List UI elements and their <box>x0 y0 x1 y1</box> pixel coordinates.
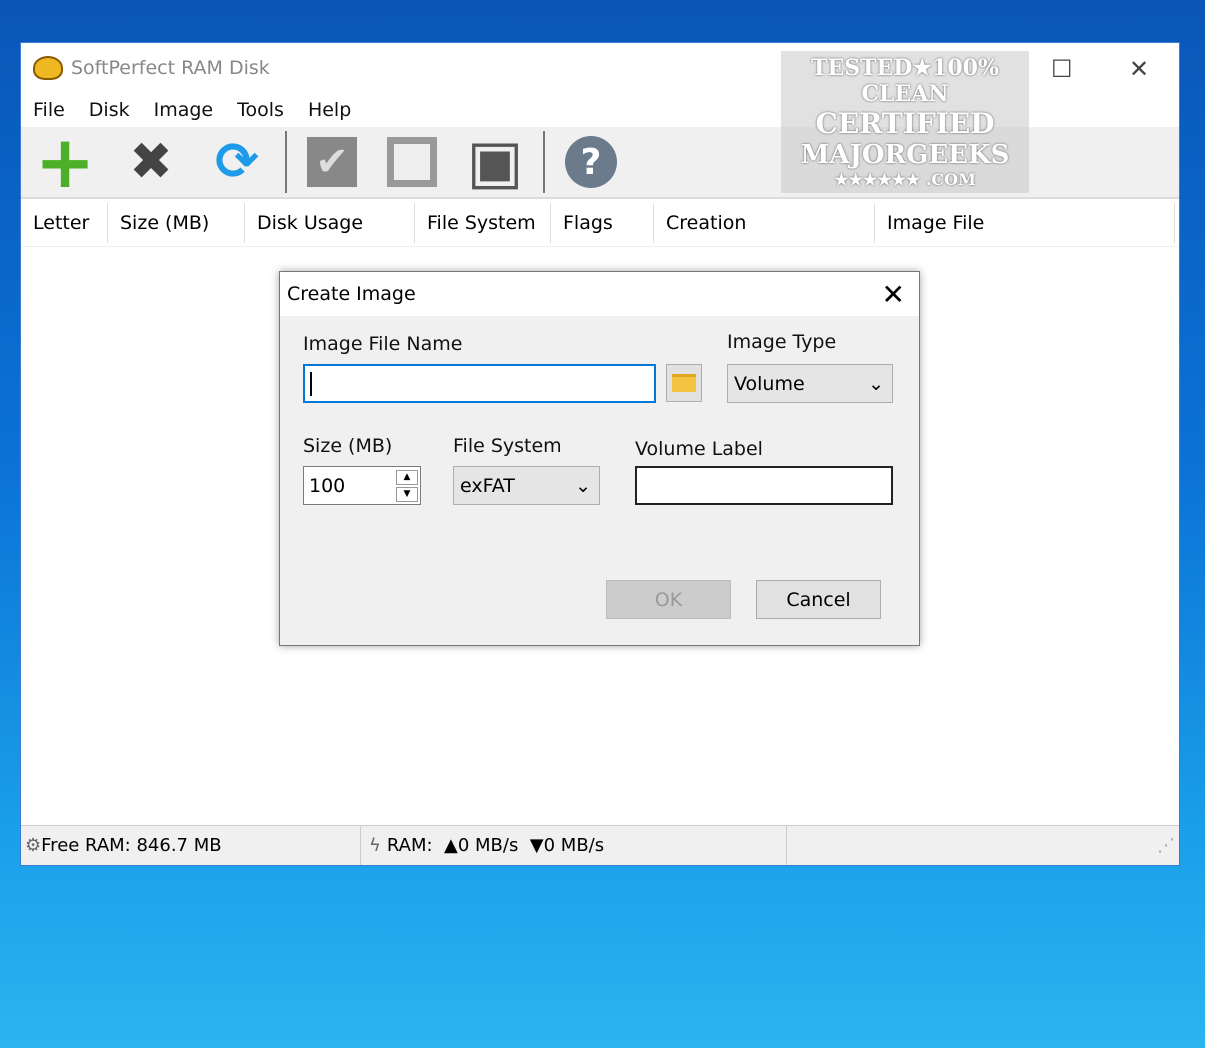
chevron-down-icon: ⌄ <box>575 474 591 497</box>
window-title: SoftPerfect RAM Disk <box>71 57 270 79</box>
file-system-select[interactable]: exFAT ⌄ <box>453 466 600 505</box>
create-image-dialog: Create Image ✕ Image File Name Image Typ… <box>279 271 920 646</box>
column-file-system[interactable]: File System <box>415 202 551 243</box>
app-icon <box>33 56 63 80</box>
mount-button[interactable]: ✔ <box>307 137 357 187</box>
menu-image[interactable]: Image <box>154 99 214 121</box>
remove-icon: ✖ <box>129 132 173 192</box>
image-type-label: Image Type <box>727 331 837 353</box>
gear-icon: ⚙ <box>25 835 42 856</box>
close-button[interactable]: ✕ <box>1129 55 1149 83</box>
lightning-icon: ϟ <box>369 835 381 856</box>
image-file-name-input[interactable] <box>303 364 656 403</box>
resize-grip[interactable]: ⋰ <box>787 826 1179 865</box>
size-stepper[interactable]: 100 ▲ ▼ <box>303 466 421 505</box>
save-image-button[interactable]: ▣ <box>467 127 524 197</box>
add-icon: + <box>34 120 96 204</box>
remove-disk-button[interactable]: ✖ <box>123 132 179 192</box>
folder-icon <box>672 374 696 392</box>
volume-label-label: Volume Label <box>635 438 763 460</box>
help-icon: ? <box>580 141 602 183</box>
help-button[interactable]: ? <box>565 136 617 188</box>
volume-label-input[interactable] <box>635 466 893 505</box>
save-icon: ▣ <box>466 127 524 197</box>
maximize-button[interactable]: ☐ <box>1051 55 1073 83</box>
unmount-icon <box>394 144 430 180</box>
refresh-icon: ⟳ <box>215 132 259 192</box>
column-image-file[interactable]: Image File <box>875 202 1175 243</box>
unmount-button[interactable] <box>387 137 437 187</box>
disk-list-header: Letter Size (MB) Disk Usage File System … <box>21 199 1179 247</box>
decrement-button[interactable]: ▼ <box>396 486 418 502</box>
column-letter[interactable]: Letter <box>21 202 108 243</box>
cancel-button[interactable]: Cancel <box>756 580 881 619</box>
add-disk-button[interactable]: + <box>35 120 95 204</box>
browse-button[interactable] <box>666 364 702 402</box>
ok-button[interactable]: OK <box>606 580 731 619</box>
menu-disk[interactable]: Disk <box>89 99 130 121</box>
column-size[interactable]: Size (MB) <box>108 202 245 243</box>
toolbar-separator <box>543 131 545 193</box>
file-system-label: File System <box>453 435 562 457</box>
size-label: Size (MB) <box>303 435 393 457</box>
watermark-logo: TESTED★100% CLEAN CERTIFIED MAJORGEEKS ★… <box>781 51 1029 193</box>
image-file-name-label: Image File Name <box>303 333 463 355</box>
dialog-close-button[interactable]: ✕ <box>882 278 905 311</box>
ram-speed-status: ϟ RAM: ▲0 MB/s ▼0 MB/s <box>361 826 787 865</box>
dialog-title-bar: Create Image <box>280 272 919 316</box>
image-type-select[interactable]: Volume ⌄ <box>727 364 893 403</box>
toolbar-separator <box>285 131 287 193</box>
column-disk-usage[interactable]: Disk Usage <box>245 202 415 243</box>
column-creation[interactable]: Creation <box>654 202 875 243</box>
column-flags[interactable]: Flags <box>551 202 654 243</box>
mount-icon: ✔ <box>315 139 349 185</box>
increment-button[interactable]: ▲ <box>396 469 418 485</box>
menu-help[interactable]: Help <box>308 99 351 121</box>
menu-tools[interactable]: Tools <box>237 99 284 121</box>
refresh-button[interactable]: ⟳ <box>209 132 265 192</box>
chevron-down-icon: ⌄ <box>868 372 884 395</box>
free-ram-status: ⚙ Free RAM: 846.7 MB <box>21 826 361 865</box>
menu-file[interactable]: File <box>33 99 65 121</box>
status-bar: ⚙ Free RAM: 846.7 MB ϟ RAM: ▲0 MB/s ▼0 MB/… <box>21 825 1179 865</box>
dialog-title: Create Image <box>287 283 416 305</box>
